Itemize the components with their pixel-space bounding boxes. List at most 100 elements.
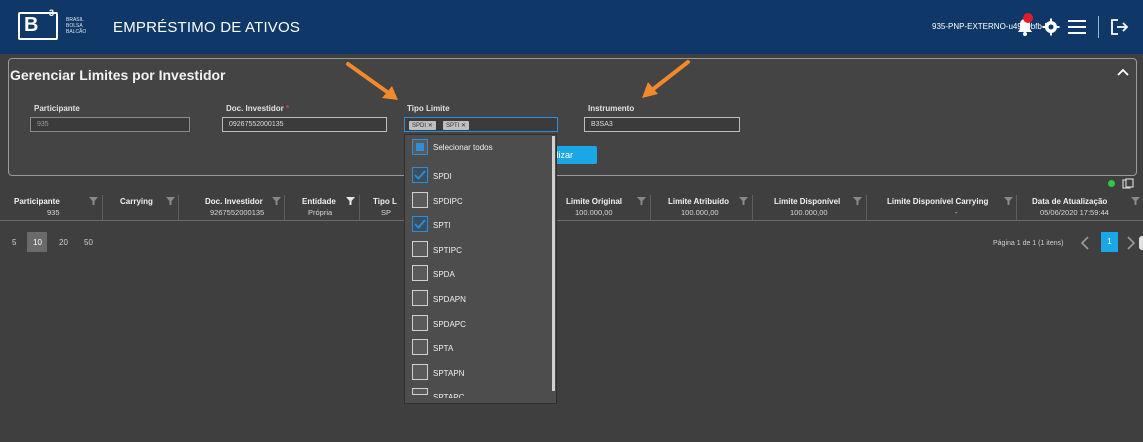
participante-field[interactable]: 935 <box>30 117 190 132</box>
option-label-spti[interactable]: SPTI <box>433 221 451 230</box>
filter-icon[interactable] <box>1131 196 1140 206</box>
doc-investidor-field[interactable]: 09267552000135 <box>222 117 387 132</box>
filter-icon[interactable] <box>853 196 862 206</box>
chip-spdi[interactable]: SPDI ✕ <box>409 121 436 130</box>
col-header-limite-disponivel-carrying[interactable]: Limite Disponível Carrying <box>887 197 988 206</box>
user-id: 935-PNP-EXTERNO-u4939bfb-51 <box>932 22 1054 31</box>
select-all-checkbox[interactable] <box>412 139 428 155</box>
tipo-limite-label: Tipo Limite <box>407 104 450 113</box>
option-checkbox-spda[interactable] <box>412 265 428 281</box>
col-header-carrying[interactable]: Carrying <box>120 197 153 206</box>
column-divider <box>284 195 285 220</box>
filter-icon[interactable] <box>1004 196 1013 206</box>
chevron-up-icon[interactable] <box>1116 66 1130 78</box>
column-divider <box>359 195 360 220</box>
cell-participante: 935 <box>47 208 60 217</box>
col-header-limite-disponivel[interactable]: Limite Disponível <box>774 197 840 206</box>
checkmark-icon <box>414 170 426 180</box>
chip-remove-icon[interactable]: ✕ <box>428 123 433 129</box>
cell-limite-atribuido: 100.000,00 <box>681 208 719 217</box>
cell-limite-original: 100.000,00 <box>575 208 613 217</box>
page-size-5[interactable]: 5 <box>12 238 16 247</box>
col-header-participante[interactable]: Participante <box>14 197 60 206</box>
annotation-arrow-icon <box>642 60 690 98</box>
option-label-spdapn[interactable]: SPDAPN <box>433 295 466 304</box>
col-header-entidade[interactable]: Entidade <box>302 197 336 206</box>
select-all-label[interactable]: Selecionar todos <box>433 143 493 152</box>
export-icon[interactable] <box>1122 178 1134 190</box>
option-label-spta[interactable]: SPTA <box>433 344 453 353</box>
col-header-doc-investidor[interactable]: Doc. Investidor <box>205 197 263 206</box>
filter-icon[interactable] <box>89 196 98 206</box>
chip-remove-icon[interactable]: ✕ <box>461 123 466 129</box>
col-header-data-atualizacao[interactable]: Data de Atualização <box>1032 197 1107 206</box>
option-label-spdipc[interactable]: SPDIPC <box>433 197 463 206</box>
filter-icon[interactable] <box>272 196 281 206</box>
page-button-current[interactable]: 1 <box>1101 232 1118 252</box>
instrumento-field[interactable]: B3SA3 <box>584 117 740 132</box>
menu-icon[interactable] <box>1068 19 1086 35</box>
chevron-left-icon[interactable] <box>1078 234 1092 252</box>
option-label-spdi[interactable]: SPDI <box>433 172 452 181</box>
option-label-spdapc[interactable]: SPDAPC <box>433 320 466 329</box>
cell-tipo-limite: SP <box>381 208 392 217</box>
col-header-limite-atribuido[interactable]: Limite Atribuído <box>668 197 729 206</box>
option-checkbox-sptipc[interactable] <box>412 241 428 257</box>
instrumento-label: Instrumento <box>588 104 635 113</box>
page-size-20[interactable]: 20 <box>59 238 68 247</box>
col-header-tipo-limite[interactable]: Tipo L <box>373 197 397 206</box>
header-divider <box>1098 16 1099 38</box>
column-divider <box>752 195 753 220</box>
option-checkbox-spti[interactable] <box>412 216 428 232</box>
partial-fill <box>416 143 424 151</box>
option-checkbox-spta[interactable] <box>412 339 428 355</box>
dropdown-scrollbar[interactable] <box>552 136 555 391</box>
participante-label: Participante <box>34 104 80 113</box>
option-label-spda[interactable]: SPDA <box>433 270 455 279</box>
required-mark: * <box>286 104 290 113</box>
row-divider <box>0 220 1143 221</box>
pager-info: Página 1 de 1 (1 itens) <box>993 240 1064 247</box>
annotation-arrow-icon <box>346 62 398 100</box>
b3-logo-superscript: 3 <box>49 8 55 18</box>
cell-entidade: Própria <box>308 208 333 217</box>
column-divider <box>866 195 867 220</box>
checkmark-icon <box>414 219 426 229</box>
option-checkbox-spdipc[interactable] <box>412 192 428 208</box>
option-checkbox-sptapc[interactable] <box>412 388 428 395</box>
chevron-right-icon[interactable] <box>1124 234 1138 252</box>
page-size-10[interactable]: 10 <box>33 238 42 247</box>
option-checkbox-spdi[interactable] <box>412 167 428 183</box>
column-divider <box>178 195 179 220</box>
status-indicator <box>1108 180 1115 187</box>
panel-title: Gerenciar Limites por Investidor <box>10 67 226 83</box>
option-checkbox-sptapn[interactable] <box>412 364 428 380</box>
filter-icon[interactable] <box>637 196 646 206</box>
notification-badge <box>1023 13 1033 23</box>
option-label-sptapc[interactable]: SPTAPC <box>433 393 464 398</box>
option-label-sptapn[interactable]: SPTAPN <box>433 369 464 378</box>
page-size-50[interactable]: 50 <box>84 238 93 247</box>
b3-logo-letter: B <box>24 14 39 36</box>
option-checkbox-spdapn[interactable] <box>412 290 428 306</box>
option-label-sptipc[interactable]: SPTIPC <box>433 246 462 255</box>
filter-icon[interactable] <box>166 196 175 206</box>
tipo-limite-select[interactable]: SPDI ✕ SPTI ✕ <box>404 117 558 132</box>
app-title: EMPRÉSTIMO DE ATIVOS <box>113 19 301 36</box>
chip-spti[interactable]: SPTI ✕ <box>443 121 470 130</box>
cell-limite-disponivel-carrying: - <box>955 208 958 217</box>
gear-icon[interactable] <box>1042 18 1060 36</box>
cell-limite-disponivel: 100.000,00 <box>790 208 828 217</box>
column-divider <box>1016 195 1017 220</box>
option-checkbox-spdapc[interactable] <box>412 315 428 331</box>
logout-icon[interactable] <box>1110 18 1130 36</box>
column-divider <box>650 195 651 220</box>
cell-data-atualizacao: 05/06/2020 17:59:44 <box>1040 208 1109 217</box>
doc-investidor-label: Doc. Investidor * <box>226 104 290 113</box>
filter-icon[interactable] <box>739 196 748 206</box>
col-header-limite-original[interactable]: Limite Original <box>566 197 622 206</box>
scroll-handle[interactable] <box>1139 236 1143 250</box>
b3-logo-text: BRASIL BOLSA BALCÃO <box>66 17 87 35</box>
column-divider <box>102 195 103 220</box>
filter-icon[interactable] <box>346 196 355 206</box>
